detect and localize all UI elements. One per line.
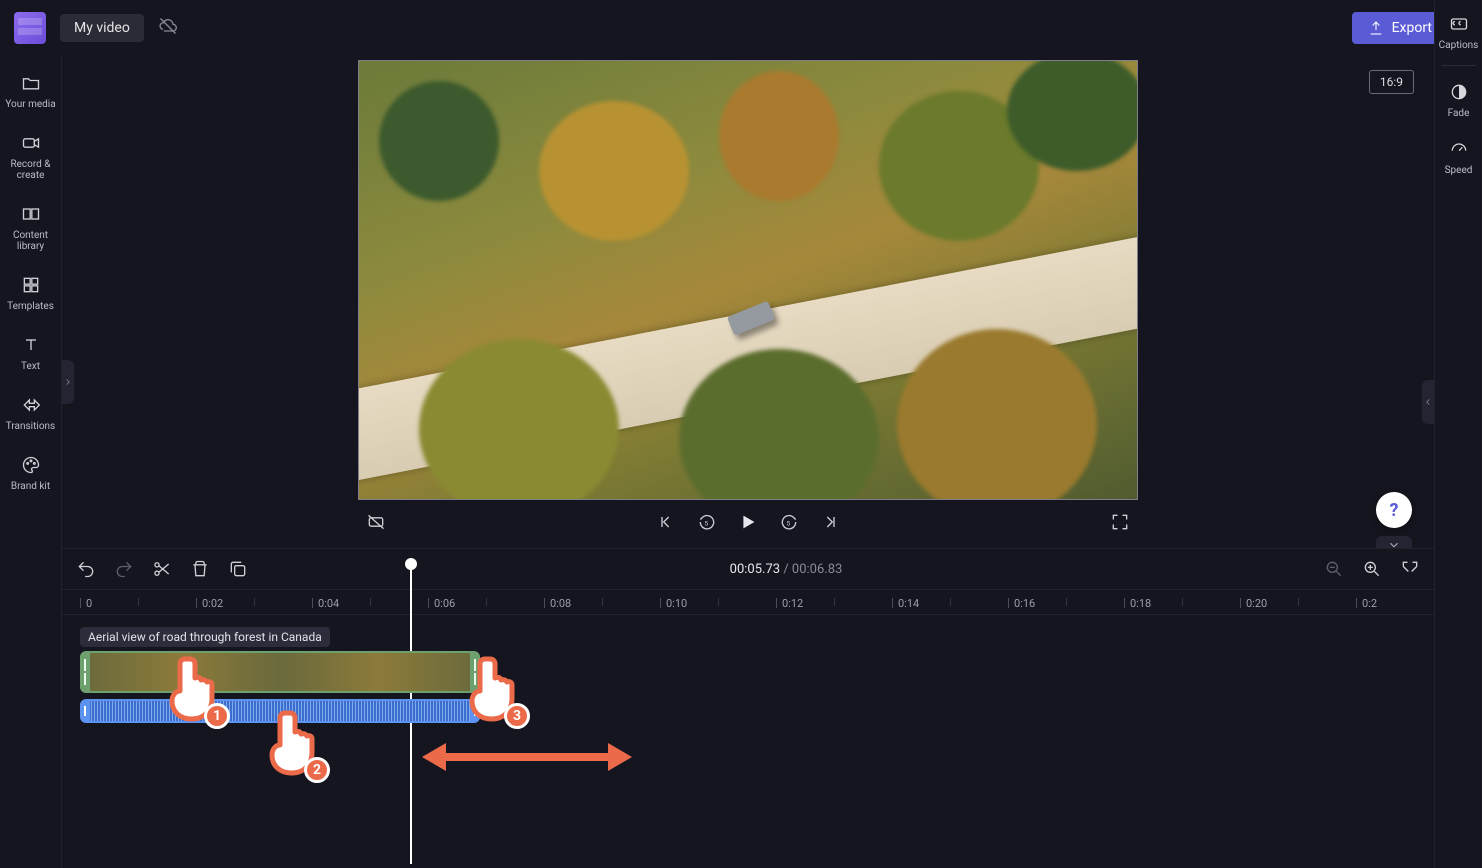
- tutorial-drag-arrow: [422, 727, 632, 787]
- play-button[interactable]: [737, 511, 759, 533]
- right-tool-label: Captions: [1439, 40, 1479, 51]
- folder-icon: [18, 70, 44, 96]
- timeline-current-time: 00:05.73: [730, 562, 780, 577]
- project-title[interactable]: My video: [60, 14, 144, 42]
- ruler-tick: 0:06: [428, 590, 455, 616]
- sidebar-item-label: Brand kit: [11, 481, 50, 492]
- sidebar-item-brand-kit[interactable]: Brand kit: [2, 448, 60, 496]
- help-button[interactable]: ?: [1376, 492, 1412, 528]
- right-tool-fade[interactable]: Fade: [1436, 76, 1482, 123]
- undo-button[interactable]: [76, 559, 96, 579]
- tutorial-step-number: 2: [304, 757, 330, 783]
- ruler-tick: 0: [80, 590, 92, 616]
- speed-icon: [1447, 137, 1471, 161]
- skip-forward-button[interactable]: [819, 512, 839, 532]
- split-button[interactable]: [152, 559, 172, 579]
- ruler-tick: 0:14: [892, 590, 919, 616]
- sidebar-item-label: Content library: [2, 230, 60, 252]
- ruler-tick: 0:02: [196, 590, 223, 616]
- ruler-tick: 0:16: [1008, 590, 1035, 616]
- redo-button[interactable]: [114, 559, 134, 579]
- cloud-off-icon: [158, 16, 178, 40]
- sidebar-item-your-media[interactable]: Your media: [2, 66, 60, 114]
- hide-controls-icon[interactable]: [366, 512, 386, 532]
- sidebar-item-label: Transitions: [6, 421, 55, 432]
- captions-icon: [1447, 12, 1471, 36]
- sidebar-item-label: Record & create: [2, 159, 60, 181]
- clip-trim-left-handle[interactable]: [80, 653, 90, 691]
- ruler-tick: 0:04: [312, 590, 339, 616]
- library-icon: [18, 201, 44, 227]
- skip-back-button[interactable]: [657, 512, 677, 532]
- templates-icon: [18, 272, 44, 298]
- svg-text:5: 5: [787, 519, 791, 527]
- ruler-tick: 0:10: [660, 590, 687, 616]
- divider: [1442, 65, 1476, 66]
- ruler-tick: 0:20: [1240, 590, 1267, 616]
- audio-trim-left-handle[interactable]: [80, 701, 90, 721]
- duplicate-button[interactable]: [228, 559, 248, 579]
- zoom-fit-button[interactable]: [1400, 559, 1420, 579]
- export-label: Export: [1392, 20, 1432, 36]
- rewind-5-button[interactable]: 5: [697, 512, 717, 532]
- aspect-ratio-button[interactable]: 16:9: [1369, 70, 1414, 94]
- ruler-tick: 0:08: [544, 590, 571, 616]
- right-tool-speed[interactable]: Speed: [1436, 133, 1482, 180]
- palette-icon: [18, 452, 44, 478]
- fade-icon: [1447, 80, 1471, 104]
- clip-trim-right-handle[interactable]: [470, 653, 480, 691]
- audio-clip[interactable]: [80, 699, 480, 723]
- sidebar-item-label: Your media: [5, 99, 55, 110]
- right-tool-label: Fade: [1448, 108, 1470, 119]
- zoom-out-button[interactable]: [1324, 559, 1344, 579]
- svg-text:5: 5: [705, 519, 709, 527]
- sidebar-item-templates[interactable]: Templates: [2, 268, 60, 316]
- video-preview[interactable]: [358, 60, 1138, 500]
- ruler-tick: 0:12: [776, 590, 803, 616]
- sidebar-item-content-library[interactable]: Content library: [2, 197, 60, 256]
- sidebar-item-record-create[interactable]: Record & create: [2, 126, 60, 185]
- sidebar-item-label: Templates: [7, 301, 54, 312]
- sidebar-item-label: Text: [21, 361, 40, 372]
- sidebar-item-transitions[interactable]: Transitions: [2, 388, 60, 436]
- timeline-duration: 00:06.83: [792, 562, 842, 577]
- timeline-time-display: 00:05.73 / 00:06.83: [730, 562, 843, 577]
- sidebar-item-text[interactable]: Text: [2, 328, 60, 376]
- fullscreen-button[interactable]: [1110, 512, 1130, 532]
- timeline-tracks[interactable]: Aerial view of road through forest in Ca…: [62, 615, 1434, 845]
- right-tool-label: Speed: [1445, 165, 1473, 176]
- forward-5-button[interactable]: 5: [779, 512, 799, 532]
- camera-icon: [18, 130, 44, 156]
- delete-button[interactable]: [190, 559, 210, 579]
- ruler-tick: 0:18: [1124, 590, 1151, 616]
- ruler-tick: 0:2: [1356, 590, 1377, 616]
- transitions-icon: [18, 392, 44, 418]
- app-logo[interactable]: [14, 12, 46, 44]
- right-tool-captions[interactable]: Captions: [1436, 8, 1482, 55]
- clip-label: Aerial view of road through forest in Ca…: [80, 627, 330, 647]
- text-icon: [18, 332, 44, 358]
- timeline-ruler[interactable]: 0 0:02 0:04 0:06 0:08 0:10 0:12 0:14 0:16 0:18 0:2…: [62, 589, 1434, 615]
- audio-trim-right-handle[interactable]: [470, 701, 480, 721]
- video-clip[interactable]: [80, 651, 480, 693]
- zoom-in-button[interactable]: [1362, 559, 1382, 579]
- tutorial-step-number: 3: [504, 703, 530, 729]
